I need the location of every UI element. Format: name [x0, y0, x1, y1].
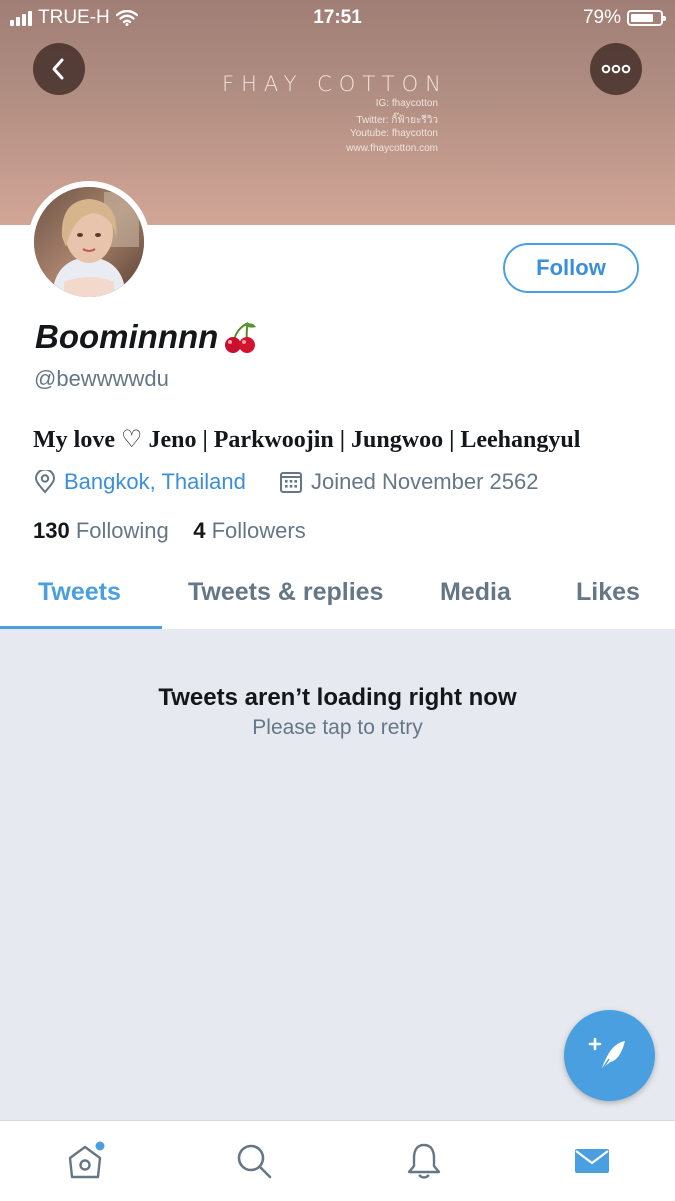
home-icon: [68, 1141, 105, 1179]
followers-link[interactable]: 4 Followers: [193, 518, 306, 543]
compose-icon: [588, 1037, 625, 1071]
bottom-tab-bar: [0, 1120, 675, 1201]
calendar-icon: [280, 472, 302, 493]
error-title: Tweets aren’t loading right now: [158, 684, 517, 711]
tab-likes[interactable]: Likes: [576, 578, 640, 607]
chevron-left-icon: [52, 58, 64, 80]
tab-tweets[interactable]: Tweets: [38, 578, 121, 607]
profile-tabs: Tweets Tweets & replies Media Likes: [0, 565, 675, 630]
search-icon: [237, 1144, 272, 1179]
compose-tweet-button[interactable]: [564, 1010, 655, 1101]
joined-text: Joined November 2562: [311, 469, 539, 494]
clock: 17:51: [313, 7, 362, 28]
banner-brand: FHAY COTTON: [222, 72, 448, 96]
display-name: Boominnnn: [35, 318, 258, 356]
nav-search[interactable]: [232, 1139, 276, 1183]
banner-line: IG: fhaycotton: [375, 98, 438, 109]
banner-line: www.fhaycotton.com: [346, 143, 438, 154]
battery-percent: 79%: [582, 7, 621, 28]
followers-count: 4: [193, 518, 206, 543]
avatar[interactable]: [28, 181, 150, 303]
follow-button[interactable]: Follow: [503, 243, 639, 293]
cherries-icon: [225, 322, 257, 353]
back-button[interactable]: [33, 43, 85, 95]
followers-label: Followers: [211, 518, 306, 543]
nav-notifications[interactable]: [402, 1139, 446, 1183]
joined-date: Joined November 2562: [279, 469, 538, 495]
location[interactable]: Bangkok, Thailand: [34, 469, 246, 495]
status-bar: TRUE-H 17:51 79%: [0, 0, 675, 36]
banner-line: Youtube: fhaycotton: [349, 128, 438, 139]
banner-line: Twitter: กิ๊ฟ้ายะรีวิว: [356, 115, 438, 126]
display-name-text: Boominnnn: [35, 318, 219, 355]
tab-tweets-replies[interactable]: Tweets & replies: [188, 578, 383, 607]
location-link[interactable]: Bangkok, Thailand: [64, 469, 246, 495]
bio: My love ♡ Jeno | Parkwoojin | Jungwoo | …: [33, 427, 581, 453]
more-icon: [601, 64, 631, 74]
mail-icon: [575, 1149, 609, 1173]
bell-icon: [407, 1143, 441, 1179]
nav-messages[interactable]: [570, 1139, 614, 1183]
more-options-button[interactable]: [590, 43, 642, 95]
battery-icon: [627, 10, 666, 26]
retry-prompt[interactable]: Please tap to retry: [0, 716, 675, 740]
following-count: 130: [33, 518, 70, 543]
follow-counts: 130 Following 4 Followers: [33, 518, 306, 544]
handle: @bewwwwdu: [34, 366, 169, 391]
avatar-photo: [34, 187, 144, 297]
nav-home[interactable]: [63, 1139, 107, 1183]
following-label: Following: [75, 518, 169, 543]
following-link[interactable]: 130 Following: [33, 518, 169, 543]
location-pin-icon: [34, 470, 56, 494]
tab-media[interactable]: Media: [440, 578, 511, 607]
